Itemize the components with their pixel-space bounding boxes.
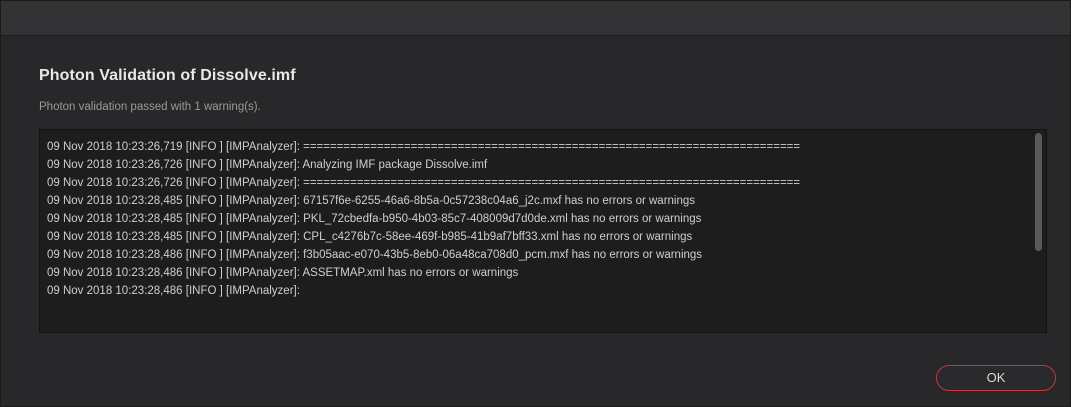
log-scrollbar[interactable]: [1035, 133, 1043, 329]
log-line: 09 Nov 2018 10:23:28,486 [INFO ] [IMPAna…: [47, 249, 703, 261]
log-line: 09 Nov 2018 10:23:28,485 [INFO ] [IMPAna…: [47, 231, 693, 243]
log-line: 09 Nov 2018 10:23:26,726 [INFO ] [IMPAna…: [47, 177, 801, 189]
log-lines-list: 09 Nov 2018 10:23:26,719 [INFO ] [IMPAna…: [47, 138, 800, 300]
dialog-titlebar[interactable]: [1, 1, 1070, 36]
ok-button[interactable]: OK: [936, 365, 1056, 391]
log-line: 09 Nov 2018 10:23:28,485 [INFO ] [IMPAna…: [47, 213, 702, 225]
log-line: 09 Nov 2018 10:23:26,719 [INFO ] [IMPAna…: [47, 141, 801, 153]
log-line: 09 Nov 2018 10:23:28,485 [INFO ] [IMPAna…: [47, 195, 696, 207]
dialog-title: Photon Validation of Dissolve.imf: [39, 67, 296, 84]
log-line: 09 Nov 2018 10:23:28,486 [INFO ] [IMPAna…: [47, 285, 300, 297]
validation-dialog: Photon Validation of Dissolve.imf Photon…: [0, 0, 1071, 407]
log-output-panel[interactable]: 09 Nov 2018 10:23:26,719 [INFO ] [IMPAna…: [39, 129, 1047, 333]
validation-status-text: Photon validation passed with 1 warning(…: [39, 101, 261, 113]
log-scrollbar-thumb[interactable]: [1035, 133, 1042, 251]
log-line: 09 Nov 2018 10:23:26,726 [INFO ] [IMPAna…: [47, 159, 488, 171]
log-line: 09 Nov 2018 10:23:28,486 [INFO ] [IMPAna…: [47, 267, 519, 279]
